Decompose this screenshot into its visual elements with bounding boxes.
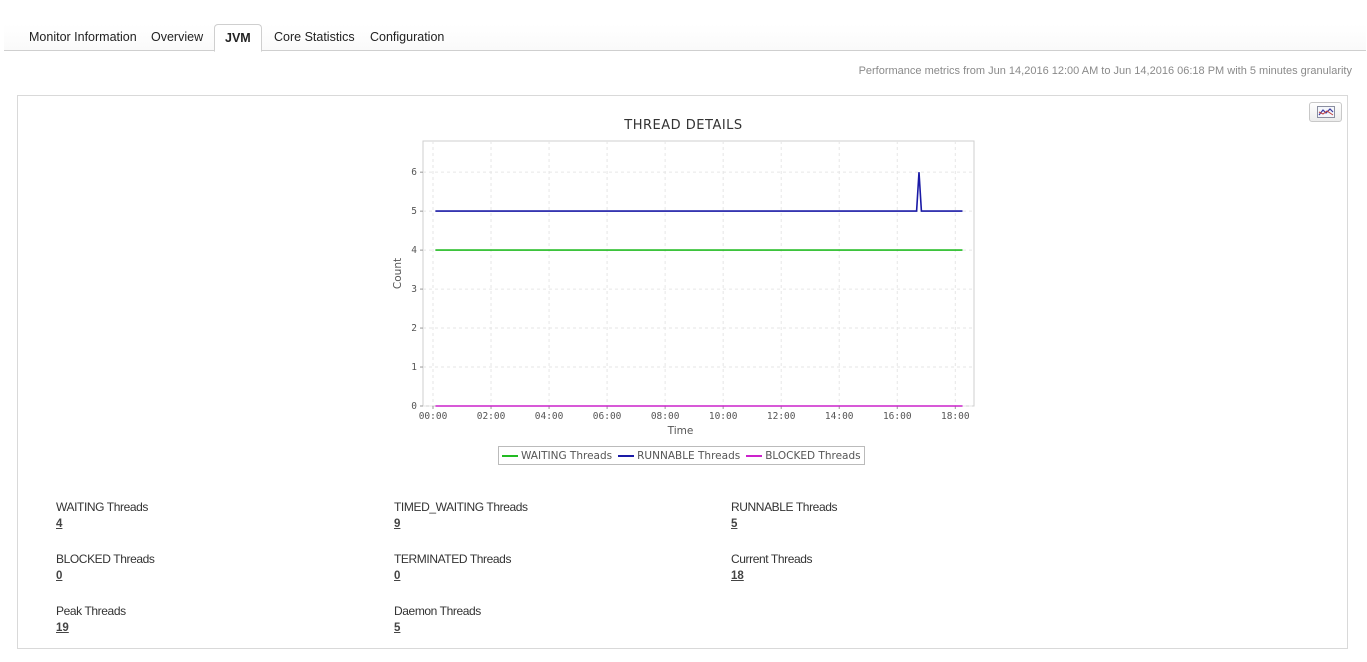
- x-axis-label: Time: [667, 425, 694, 437]
- legend-item-runnable: RUNNABLE Threads: [618, 450, 740, 462]
- metric-value-link[interactable]: 18: [731, 570, 744, 582]
- metric-value-link[interactable]: 4: [56, 518, 62, 530]
- performance-metrics-note: Performance metrics from Jun 14,2016 12:…: [858, 65, 1352, 77]
- chart-title: THREAD DETAILS: [624, 118, 743, 133]
- metric-value-link[interactable]: 0: [394, 570, 400, 582]
- metric-label: WAITING Threads: [56, 500, 149, 514]
- legend-label-runnable: RUNNABLE Threads: [637, 449, 741, 462]
- x-tick-label: 02:00: [477, 411, 506, 422]
- legend-label-blocked: BLOCKED Threads: [765, 449, 861, 462]
- x-tick-label: 10:00: [709, 411, 738, 422]
- y-tick-label: 3: [411, 284, 417, 295]
- metric-timed-waiting-threads: TIMED_WAITING Threads 9: [394, 500, 528, 532]
- metric-terminated-threads: TERMINATED Threads 0: [394, 552, 511, 584]
- y-tick-label: 2: [411, 323, 417, 334]
- x-tick-label: 06:00: [593, 411, 622, 422]
- y-tick-label: 5: [411, 206, 417, 217]
- metric-current-threads: Current Threads 18: [731, 552, 813, 584]
- y-tick-label: 0: [411, 401, 417, 412]
- metric-runnable-threads: RUNNABLE Threads 5: [731, 500, 837, 532]
- x-tick-label: 00:00: [419, 411, 448, 422]
- y-axis-label: Count: [392, 258, 404, 289]
- thread-details-panel: THREAD DETAILS 0 1 2 3 4 5 6 00:00 02:00 04:00 06:…: [17, 95, 1348, 649]
- plot-area: [422, 140, 975, 407]
- y-tick-label: 4: [411, 245, 417, 256]
- metric-label: TIMED_WAITING Threads: [394, 500, 528, 514]
- legend-item-blocked: BLOCKED Threads: [746, 449, 861, 462]
- y-tick-label: 6: [411, 167, 417, 178]
- metric-label: TERMINATED Threads: [394, 552, 512, 566]
- tab-monitor-information[interactable]: Monitor Information: [19, 24, 147, 51]
- metric-blocked-threads: BLOCKED Threads 0: [56, 552, 155, 584]
- tab-core-statistics[interactable]: Core Statistics: [264, 24, 365, 51]
- chart-icon: [1316, 106, 1335, 118]
- tab-jvm[interactable]: JVM: [214, 24, 262, 52]
- legend-swatch-waiting: [502, 454, 518, 457]
- metric-label: Current Threads: [731, 552, 813, 566]
- x-tick-label: 14:00: [825, 411, 854, 422]
- tab-configuration[interactable]: Configuration: [360, 24, 454, 51]
- metric-value-link[interactable]: 19: [56, 622, 69, 634]
- x-tick-label: 12:00: [767, 411, 796, 422]
- metric-daemon-threads: Daemon Threads 5: [394, 604, 481, 636]
- y-tick-label: 1: [411, 362, 417, 373]
- metric-label: RUNNABLE Threads: [731, 500, 838, 514]
- chart-legend: WAITING Threads RUNNABLE Threads BLOCKED…: [498, 446, 865, 465]
- metric-value-link[interactable]: 0: [56, 570, 62, 582]
- tab-overview[interactable]: Overview: [141, 24, 213, 51]
- metric-value-link[interactable]: 5: [731, 518, 737, 530]
- metric-label: Peak Threads: [56, 604, 126, 618]
- tab-bar: Monitor Information Overview JVM Core St…: [4, 24, 1366, 52]
- x-tick-label: 16:00: [883, 411, 912, 422]
- thread-details-chart: 0 1 2 3 4 5 6 00:00 02:00 04:00 06:00 08:00 10:00 12:…: [392, 140, 975, 437]
- metric-value-link[interactable]: 5: [394, 622, 400, 634]
- metric-peak-threads: Peak Threads 19: [56, 604, 126, 636]
- legend-label-waiting: WAITING Threads: [521, 449, 613, 462]
- metric-waiting-threads: WAITING Threads 4: [56, 500, 148, 532]
- legend-swatch-runnable: [618, 454, 635, 457]
- x-tick-label: 04:00: [535, 411, 564, 422]
- legend-swatch-blocked: [746, 454, 763, 457]
- metric-value-link[interactable]: 9: [394, 518, 400, 530]
- metric-label: BLOCKED Threads: [56, 552, 155, 566]
- x-tick-label: 08:00: [651, 411, 680, 422]
- metric-label: Daemon Threads: [394, 604, 481, 618]
- x-tick-label: 18:00: [941, 411, 970, 422]
- legend-item-waiting: WAITING Threads: [502, 450, 612, 462]
